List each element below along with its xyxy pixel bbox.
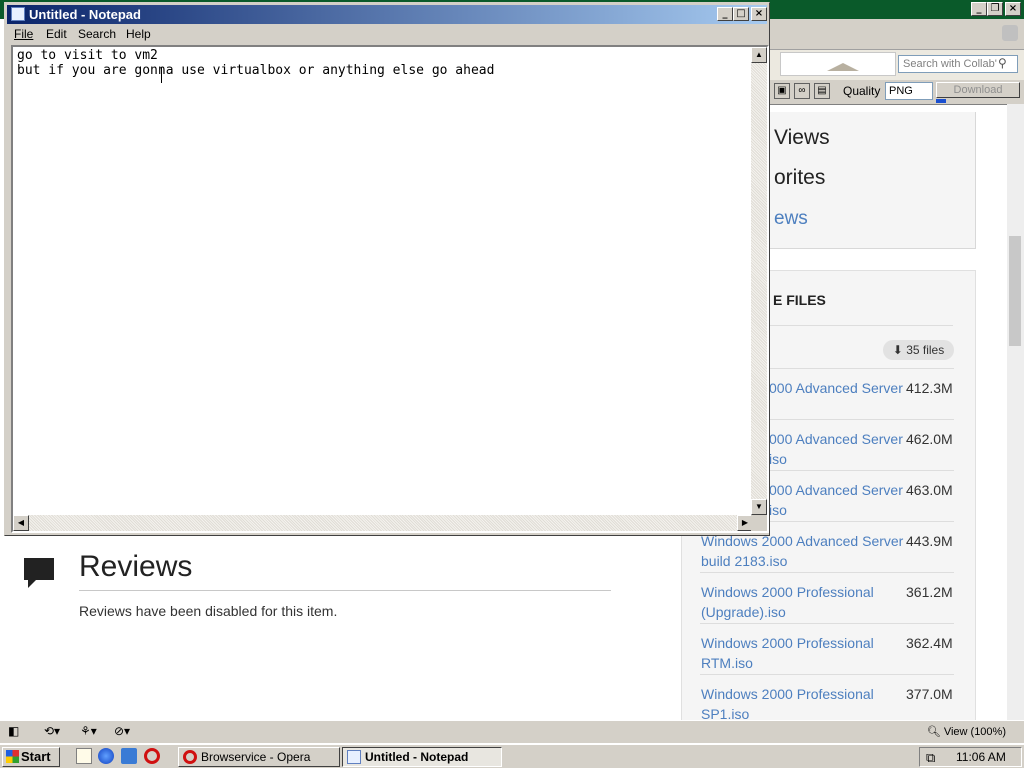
browser-scrollbar[interactable] — [1007, 104, 1024, 720]
menu-help[interactable]: Help — [126, 27, 151, 41]
menu-bar: File Edit Search Help — [7, 25, 767, 43]
internet-explorer-icon[interactable] — [98, 748, 114, 764]
download-button[interactable]: Download — [936, 82, 1020, 98]
task-label: Untitled - Notepad — [365, 750, 469, 764]
window-title: Untitled - Notepad — [29, 7, 141, 22]
menu-search[interactable]: Search — [78, 27, 116, 41]
network-status-icon[interactable]: ⧉ — [926, 749, 935, 767]
task-label: Browservice - Opera — [201, 750, 311, 764]
restore-button[interactable]: ❐ — [987, 2, 1003, 16]
notepad-app-icon — [11, 7, 25, 21]
comment-icon — [24, 558, 54, 588]
file-size: 443.9M — [906, 533, 953, 549]
windows-logo-icon — [6, 750, 19, 763]
reviews-link[interactable]: ews — [774, 208, 808, 230]
minimize-button[interactable]: _ — [971, 2, 987, 16]
quality-label: Quality — [843, 84, 881, 98]
file-name[interactable]: Windows 2000 Professional (Upgrade).iso — [701, 582, 906, 622]
zoom-icon: 🔍︎ — [926, 726, 941, 738]
notepad-window: Untitled - Notepad _ □ × File Edit Searc… — [4, 2, 770, 536]
file-name[interactable]: 000 Advanced Server iso — [769, 480, 909, 520]
divider — [79, 590, 611, 591]
files-count: 35 files — [906, 343, 945, 357]
progress-indicator — [936, 99, 946, 103]
scrollbar-thumb[interactable] — [1009, 236, 1021, 346]
file-row[interactable]: Windows 2000 Professional SP1.iso 377.0M — [700, 674, 954, 724]
files-count-badge[interactable]: ⬇ 35 files — [883, 340, 954, 360]
sync-icon[interactable]: ⟲▾ — [44, 724, 60, 738]
file-name[interactable]: Windows 2000 Professional RTM.iso — [701, 633, 906, 673]
file-size: 362.4M — [906, 635, 953, 651]
binoculars-icon[interactable]: ∞ — [794, 83, 810, 99]
reload-icon[interactable] — [1002, 25, 1018, 41]
file-name[interactable]: 000 Advanced Server iso — [769, 429, 909, 469]
zoom-level: View (100%) — [943, 726, 1006, 738]
browser-status-bar: ◧ ⟲▾ ⚘▾ ⊘▾ 🔍︎ View (100%) — [0, 720, 1024, 743]
taskbar: Start Browservice - Opera Untitled - Not… — [0, 744, 1024, 768]
file-row[interactable]: Windows 2000 Professional RTM.iso 362.4M — [700, 623, 954, 675]
zoom-control[interactable]: 🔍︎ View (100%) — [927, 725, 1006, 738]
scroll-down-button[interactable]: ▼ — [751, 499, 767, 515]
favorites-label: orites — [774, 166, 826, 189]
text-editor[interactable]: go to visit to vm2 but if you are gonna … — [11, 45, 769, 533]
network-icon[interactable] — [121, 748, 137, 764]
scroll-left-button[interactable]: ◀ — [13, 515, 29, 531]
file-size: 377.0M — [906, 686, 953, 702]
reviews-disabled-text: Reviews have been disabled for this item… — [79, 603, 338, 619]
file-size: 412.3M — [906, 380, 953, 396]
notepad-titlebar[interactable]: Untitled - Notepad _ □ × — [7, 5, 767, 24]
share-icon[interactable]: ⚘▾ — [80, 724, 97, 738]
save-icon[interactable]: ▣ — [774, 83, 790, 99]
block-icon[interactable]: ⊘▾ — [114, 724, 130, 738]
file-row[interactable]: Windows 2000 Professional (Upgrade).iso … — [700, 572, 954, 624]
system-tray: ⧉ 11:06 AM — [919, 747, 1022, 767]
opera-icon — [183, 750, 197, 764]
show-desktop-icon[interactable] — [76, 748, 92, 764]
close-button[interactable]: × — [751, 7, 767, 21]
text-cursor — [161, 67, 162, 83]
file-size: 462.0M — [906, 431, 953, 447]
clock[interactable]: 11:06 AM — [956, 748, 1006, 766]
download-icon: ⬇ — [892, 343, 903, 357]
notepad-icon — [347, 750, 361, 764]
clipboard-icon[interactable]: ▤ — [814, 83, 830, 99]
views-label: Views — [774, 126, 830, 149]
menu-file[interactable]: File — [14, 27, 33, 41]
files-heading: E FILES — [773, 292, 826, 308]
search-icon[interactable]: ⚲ — [998, 56, 1014, 72]
minimize-button[interactable]: _ — [717, 7, 733, 21]
file-size: 361.2M — [906, 584, 953, 600]
panel-toggle-icon[interactable]: ◧ — [8, 724, 19, 738]
scroll-up-button[interactable]: ▲ — [751, 47, 767, 63]
file-name[interactable]: Windows 2000 Professional SP1.iso — [701, 684, 906, 724]
file-size: 463.0M — [906, 482, 953, 498]
start-button[interactable]: Start — [2, 747, 60, 767]
text-line: go to visit to vm2 — [17, 48, 158, 63]
horizontal-scrollbar[interactable]: ◀ ▶ — [13, 515, 753, 531]
start-label: Start — [21, 749, 51, 764]
close-button[interactable]: × — [1005, 2, 1021, 16]
text-line: but if you are gonna use virtualbox or a… — [17, 63, 495, 78]
taskbar-item-opera[interactable]: Browservice - Opera — [178, 747, 340, 767]
file-name[interactable]: Windows 2000 Advanced Server build 2183.… — [701, 531, 906, 571]
vertical-scrollbar[interactable]: ▲ ▼ — [751, 47, 767, 515]
address-field[interactable] — [780, 52, 896, 76]
menu-edit[interactable]: Edit — [46, 27, 67, 41]
opera-icon[interactable] — [144, 748, 160, 764]
resize-grip[interactable] — [751, 515, 767, 531]
taskbar-item-notepad[interactable]: Untitled - Notepad — [342, 747, 502, 767]
logo-icon — [827, 63, 859, 71]
browser-toolbar — [770, 19, 1024, 50]
quality-select[interactable]: PNG — [885, 82, 933, 100]
reviews-title: Reviews — [79, 550, 193, 583]
maximize-button[interactable]: □ — [733, 7, 749, 21]
file-name[interactable]: 000 Advanced Server — [769, 378, 909, 398]
